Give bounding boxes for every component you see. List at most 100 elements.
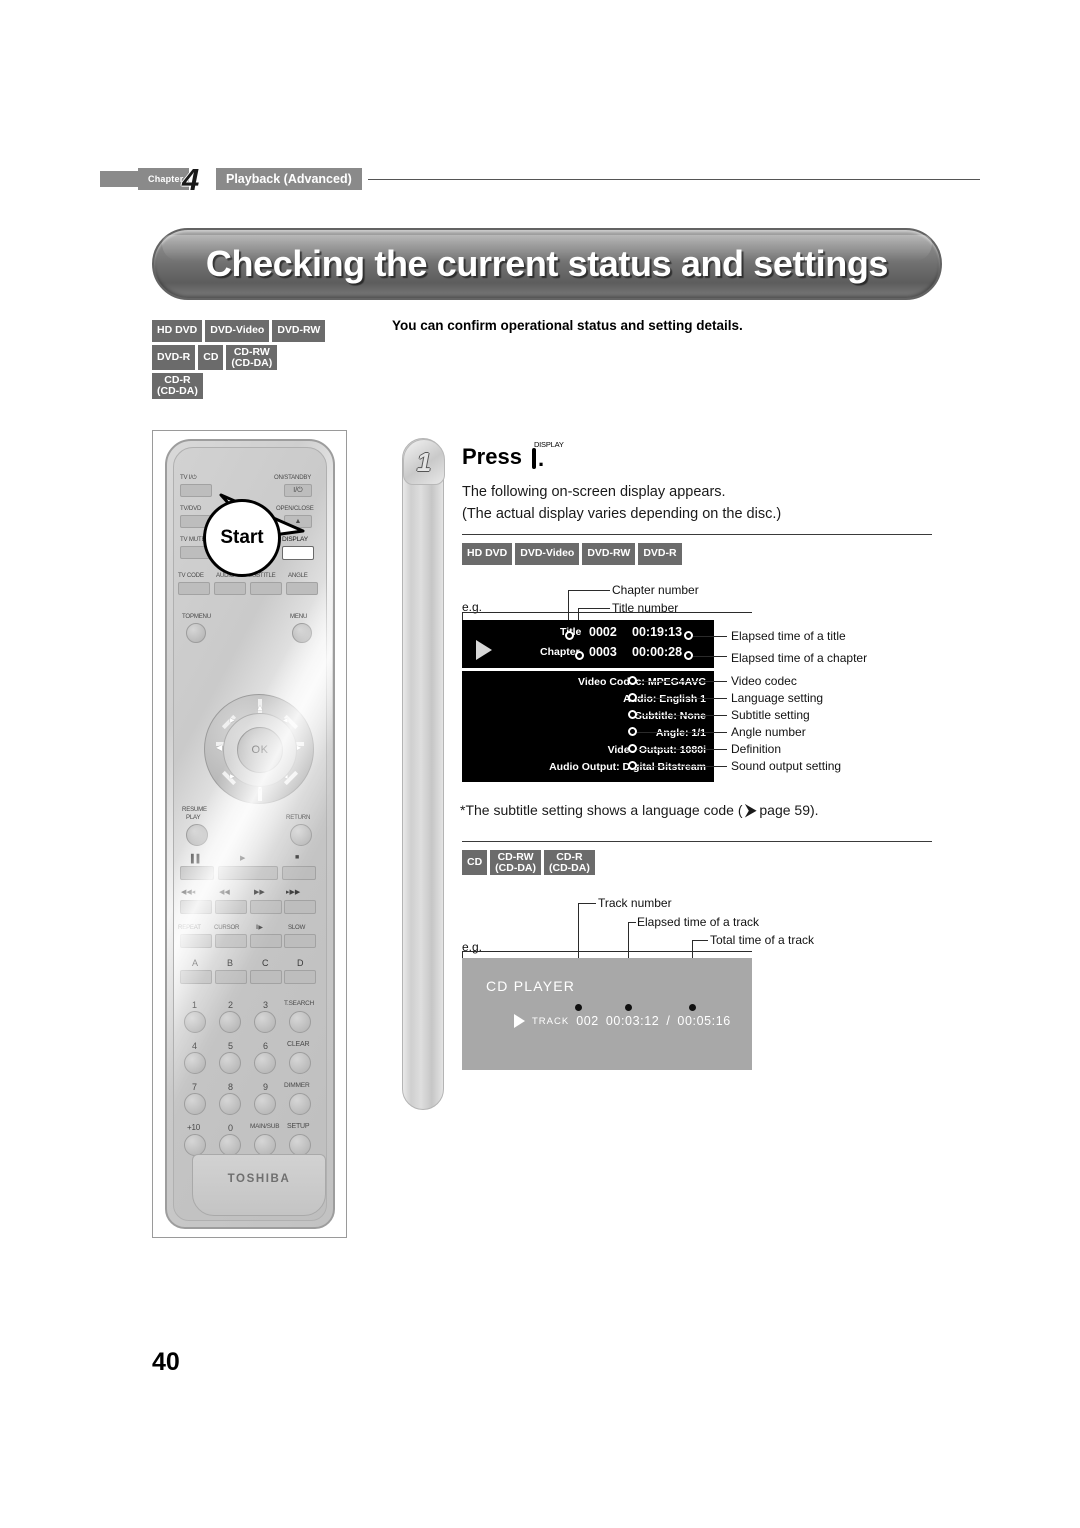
btn-rewind[interactable]: [215, 900, 247, 914]
leader-title-number: [578, 608, 610, 609]
osd-play-icon: [476, 640, 492, 660]
btn-skip-prev[interactable]: [180, 900, 212, 914]
btn-6[interactable]: [254, 1052, 276, 1074]
btn-b[interactable]: [215, 970, 247, 984]
label-dimmer: DIMMER: [284, 1082, 310, 1089]
label-9: 9: [263, 1082, 268, 1092]
ring-video-codec: [628, 676, 637, 685]
btn-top-menu[interactable]: [186, 623, 206, 643]
disc-badge: HD DVD: [462, 543, 513, 565]
press-instruction: Press DISPLAY .: [462, 440, 564, 471]
btn-pause[interactable]: [180, 866, 214, 880]
disc-badge: CD: [462, 850, 488, 876]
btn-3[interactable]: [254, 1011, 276, 1033]
label-d: D: [297, 958, 304, 968]
disc-badges-main: HD DVD DVD-Video DVD-RW DVD-R CD CD-RW (CD-DA)…: [152, 320, 367, 402]
btn-cursor[interactable]: [215, 934, 247, 948]
callout-angle-number: Angle number: [731, 725, 806, 739]
disc-badge-line: DVD-R: [157, 351, 191, 364]
cd-player-heading: CD PLAYER: [486, 978, 576, 994]
leader-language-setting: [637, 698, 727, 699]
brand-plate: TOSHIBA: [192, 1154, 326, 1216]
leader-chapter-number: [568, 590, 610, 591]
btn-subtitle[interactable]: [250, 582, 282, 595]
disc-badge-line: (CD-DA): [231, 356, 273, 369]
arrow-right-icon: ⮞: [745, 801, 757, 819]
leader-cd-box-top: [462, 951, 752, 952]
btn-resume-play[interactable]: [186, 824, 208, 846]
btn-tv-code[interactable]: [178, 582, 210, 595]
step-line-1: The following on-screen display appears.: [462, 484, 726, 500]
btn-stop[interactable]: [282, 866, 316, 880]
btn-7[interactable]: [184, 1093, 206, 1115]
disc-badge: DVD-RW: [582, 543, 636, 565]
btn-c[interactable]: [250, 970, 282, 984]
osd-title-value: 0002: [589, 625, 617, 639]
label-setup: SETUP: [287, 1123, 310, 1130]
leader-video-codec: [637, 681, 727, 682]
disc-badge-line: DVD-Video: [210, 324, 265, 337]
disc-badge: CD-R (CD-DA): [544, 850, 595, 876]
display-key-graphic: DISPLAY: [531, 440, 564, 469]
leader-elapsed-track-h: [628, 922, 636, 923]
dpad-left-icon[interactable]: ◀: [216, 743, 222, 752]
btn-repeat[interactable]: [180, 934, 212, 948]
play-icon: ▶: [240, 855, 246, 862]
remote-control-figure: TV I/⏻ ON/STANDBY I/⏻ TV/DVD OPEN/CLOSE …: [152, 430, 347, 1238]
btn-main-sub[interactable]: [254, 1134, 276, 1156]
btn-dimmer[interactable]: [289, 1093, 311, 1115]
leader-elapsed-title: [693, 636, 727, 637]
disc-badge: DVD-Video: [515, 543, 580, 565]
disc-badge: CD-R (CD-DA): [152, 373, 203, 399]
btn-menu[interactable]: [292, 623, 312, 643]
btn-8[interactable]: [219, 1093, 241, 1115]
btn-slow[interactable]: [284, 934, 316, 948]
label-0: 0: [228, 1123, 233, 1133]
osd-row-audio: Audio: English 1: [623, 693, 706, 705]
btn-0[interactable]: [219, 1134, 241, 1156]
btn-a[interactable]: [180, 970, 212, 984]
btn-4[interactable]: [184, 1052, 206, 1074]
cd-separator: /: [666, 1014, 671, 1028]
callout-subtitle-setting: Subtitle setting: [731, 708, 810, 722]
label-5: 5: [228, 1041, 233, 1051]
btn-t-search[interactable]: [289, 1011, 311, 1033]
btn-play[interactable]: [218, 866, 278, 880]
btn-5[interactable]: [219, 1052, 241, 1074]
label-1: 1: [192, 1000, 197, 1010]
btn-d[interactable]: [284, 970, 316, 984]
leader-definition: [637, 749, 727, 750]
label-c: C: [262, 958, 269, 968]
btn-audio[interactable]: [214, 582, 246, 595]
start-label: Start: [220, 527, 264, 548]
btn-1[interactable]: [184, 1011, 206, 1033]
dpad[interactable]: ▲ ▼ ◀ ▶ ▶ ◀ ▶ ◀ OK: [204, 694, 314, 804]
disc-badge-line: (CD-DA): [495, 861, 536, 874]
btn-skip-next[interactable]: [284, 900, 316, 914]
cd-track-number: 002: [576, 1014, 599, 1028]
btn-2[interactable]: [219, 1011, 241, 1033]
btn-9[interactable]: [254, 1093, 276, 1115]
disc-badge: DVD-Video: [205, 320, 270, 342]
btn-angle[interactable]: [286, 582, 318, 595]
btn-tv-power[interactable]: [180, 484, 212, 497]
callout-chapter-number: Chapter number: [612, 583, 699, 597]
btn-fast-forward[interactable]: [250, 900, 282, 914]
btn-clear[interactable]: [289, 1052, 311, 1074]
label-tv-mute: TV MUTE: [180, 536, 206, 543]
step-number: 1: [416, 447, 432, 477]
step-bar: 1: [402, 438, 445, 1110]
leader-total-track-h: [692, 940, 708, 941]
toshiba-logo: TOSHIBA: [227, 1173, 291, 1185]
dpad-up-icon[interactable]: ▲: [256, 703, 264, 712]
btn-plus10[interactable]: [184, 1134, 206, 1156]
btn-step[interactable]: [250, 934, 282, 948]
btn-return[interactable]: [290, 824, 312, 846]
label-slow: SLOW: [288, 924, 306, 931]
skip-next-icon: ▸▶▶: [286, 889, 301, 896]
disc-badge: CD-RW (CD-DA): [226, 345, 278, 371]
btn-setup[interactable]: [289, 1134, 311, 1156]
cd-play-icon: [514, 1014, 525, 1028]
ring-video-output: [628, 744, 637, 753]
btn-ok[interactable]: OK: [237, 727, 283, 773]
